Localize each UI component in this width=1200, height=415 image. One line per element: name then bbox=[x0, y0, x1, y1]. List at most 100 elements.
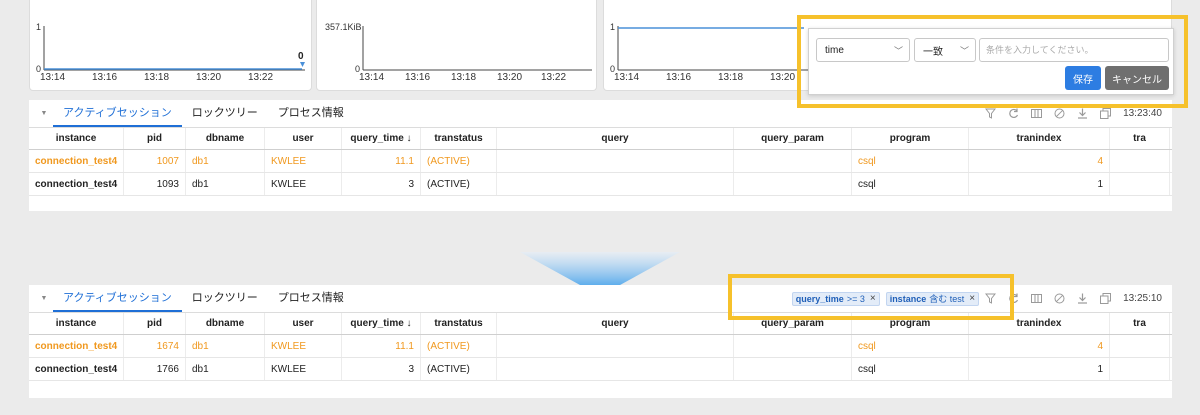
download-icon[interactable] bbox=[1071, 285, 1094, 312]
chip-condition: >= 3 bbox=[846, 293, 865, 304]
cell-query-time: 11.1 bbox=[342, 150, 421, 172]
filter-condition-input[interactable] bbox=[979, 38, 1169, 62]
cell-program: csql bbox=[852, 358, 969, 380]
column-header[interactable]: tra bbox=[1110, 128, 1170, 149]
sessions-panel-after: ▼ アクティブセッション ロックツリー プロセス情報 query_time >=… bbox=[29, 285, 1172, 398]
toolbar: 13:23:40 bbox=[979, 100, 1162, 127]
column-header[interactable]: program bbox=[852, 128, 969, 149]
cell-query-time: 3 bbox=[342, 173, 421, 195]
x-tick: 13:22 bbox=[248, 72, 274, 83]
cell-dbname: db1 bbox=[186, 150, 265, 172]
column-header[interactable]: program bbox=[852, 313, 969, 334]
table-row[interactable]: connection_test4 1674 db1 KWLEE 11.1 (AC… bbox=[29, 335, 1172, 358]
column-header[interactable]: pid bbox=[124, 128, 186, 149]
refresh-icon[interactable] bbox=[1002, 285, 1025, 312]
cell-dbname: db1 bbox=[186, 173, 265, 195]
cell-user: KWLEE bbox=[265, 335, 342, 357]
cell-more bbox=[1110, 335, 1170, 357]
close-icon[interactable]: × bbox=[969, 293, 975, 304]
column-header[interactable]: tra bbox=[1110, 313, 1170, 334]
cell-pid: 1093 bbox=[124, 173, 186, 195]
sessions-table: instance pid dbname user query_time ↓ tr… bbox=[29, 312, 1172, 381]
chart-card-1: 1 0 0 13:14 13:16 13:18 13:20 13:22 bbox=[29, 0, 312, 91]
chevron-down-icon: ﹀ bbox=[893, 45, 903, 56]
tab-process-info[interactable]: プロセス情報 bbox=[268, 285, 354, 312]
copy-icon[interactable] bbox=[1094, 285, 1117, 312]
cell-user: KWLEE bbox=[265, 173, 342, 195]
cell-transtatus: (ACTIVE) bbox=[421, 358, 497, 380]
column-header[interactable]: tranindex bbox=[969, 128, 1110, 149]
tab-process-info[interactable]: プロセス情報 bbox=[268, 100, 354, 127]
columns-icon[interactable] bbox=[1025, 285, 1048, 312]
column-header[interactable]: transtatus bbox=[421, 128, 497, 149]
cell-transtatus: (ACTIVE) bbox=[421, 150, 497, 172]
x-tick: 13:20 bbox=[497, 72, 523, 83]
column-header[interactable]: query_param bbox=[734, 128, 852, 149]
cell-more bbox=[1110, 173, 1170, 195]
x-tick: 13:18 bbox=[144, 72, 170, 83]
table-row[interactable]: connection_test4 1007 db1 KWLEE 11.1 (AC… bbox=[29, 150, 1172, 173]
cell-dbname: db1 bbox=[186, 358, 265, 380]
cancel-button[interactable]: キャンセル bbox=[1105, 66, 1169, 90]
cell-pid: 1674 bbox=[124, 335, 186, 357]
column-header[interactable]: dbname bbox=[186, 313, 265, 334]
x-tick: 13:20 bbox=[770, 72, 796, 83]
column-header[interactable]: pid bbox=[124, 313, 186, 334]
table-header: instance pid dbname user query_time ↓ tr… bbox=[29, 127, 1172, 150]
cell-pid: 1766 bbox=[124, 358, 186, 380]
cell-query-param bbox=[734, 335, 852, 357]
collapse-arrow-icon[interactable]: ▼ bbox=[35, 295, 53, 302]
save-button[interactable]: 保存 bbox=[1065, 66, 1101, 90]
column-header[interactable]: query_time ↓ bbox=[342, 313, 421, 334]
toolbar: query_time >= 3 × instance 含む test × 13:… bbox=[786, 285, 1162, 312]
update-time: 13:25:10 bbox=[1123, 293, 1162, 304]
table-row[interactable]: connection_test4 1766 db1 KWLEE 3 (ACTIV… bbox=[29, 358, 1172, 381]
copy-icon[interactable] bbox=[1094, 100, 1117, 127]
x-tick: 13:14 bbox=[359, 72, 385, 83]
column-header[interactable]: user bbox=[265, 128, 342, 149]
filter-chip-instance[interactable]: instance 含む test × bbox=[885, 291, 980, 306]
cell-user: KWLEE bbox=[265, 150, 342, 172]
filter-operator-select[interactable]: 一致 ﹀ bbox=[914, 38, 976, 62]
table-row[interactable]: connection_test4 1093 db1 KWLEE 3 (ACTIV… bbox=[29, 173, 1172, 196]
tab-active-sessions[interactable]: アクティブセッション bbox=[53, 100, 182, 127]
filter-icon[interactable] bbox=[979, 285, 1002, 312]
column-header[interactable]: query_time ↓ bbox=[342, 128, 421, 149]
chip-key: instance bbox=[889, 293, 927, 304]
cell-program: csql bbox=[852, 173, 969, 195]
cell-instance: connection_test4 bbox=[29, 335, 124, 357]
column-header[interactable]: transtatus bbox=[421, 313, 497, 334]
columns-icon[interactable] bbox=[1025, 100, 1048, 127]
block-icon[interactable] bbox=[1048, 100, 1071, 127]
filter-field-select[interactable]: time ﹀ bbox=[816, 38, 910, 62]
chart-1-value: 0 bbox=[298, 51, 304, 62]
filter-icon[interactable] bbox=[979, 100, 1002, 127]
chip-key: query_time bbox=[795, 293, 844, 304]
column-header[interactable]: user bbox=[265, 313, 342, 334]
cell-dbname: db1 bbox=[186, 335, 265, 357]
cell-query-param bbox=[734, 358, 852, 380]
tab-bar: ▼ アクティブセッション ロックツリー プロセス情報 query_time >=… bbox=[29, 285, 1172, 312]
cell-more bbox=[1110, 358, 1170, 380]
column-header[interactable]: query_param bbox=[734, 313, 852, 334]
column-header[interactable]: query bbox=[497, 128, 734, 149]
cell-transtatus: (ACTIVE) bbox=[421, 173, 497, 195]
download-icon[interactable] bbox=[1071, 100, 1094, 127]
column-header[interactable]: query bbox=[497, 313, 734, 334]
column-header[interactable]: instance bbox=[29, 128, 124, 149]
tab-lock-tree[interactable]: ロックツリー bbox=[182, 285, 268, 312]
filter-chip-query-time[interactable]: query_time >= 3 × bbox=[791, 291, 880, 306]
collapse-arrow-icon[interactable]: ▼ bbox=[35, 110, 53, 117]
column-header[interactable]: dbname bbox=[186, 128, 265, 149]
block-icon[interactable] bbox=[1048, 285, 1071, 312]
close-icon[interactable]: × bbox=[870, 293, 876, 304]
chart-3-ymax: 1 bbox=[610, 22, 616, 32]
tab-active-sessions[interactable]: アクティブセッション bbox=[53, 285, 182, 312]
refresh-icon[interactable] bbox=[1002, 100, 1025, 127]
column-header[interactable]: tranindex bbox=[969, 313, 1110, 334]
column-header[interactable]: instance bbox=[29, 313, 124, 334]
filter-field-value: time bbox=[825, 44, 844, 56]
filter-operator-value: 一致 bbox=[923, 46, 943, 58]
tab-lock-tree[interactable]: ロックツリー bbox=[182, 100, 268, 127]
chevron-down-icon: ﹀ bbox=[959, 45, 969, 56]
